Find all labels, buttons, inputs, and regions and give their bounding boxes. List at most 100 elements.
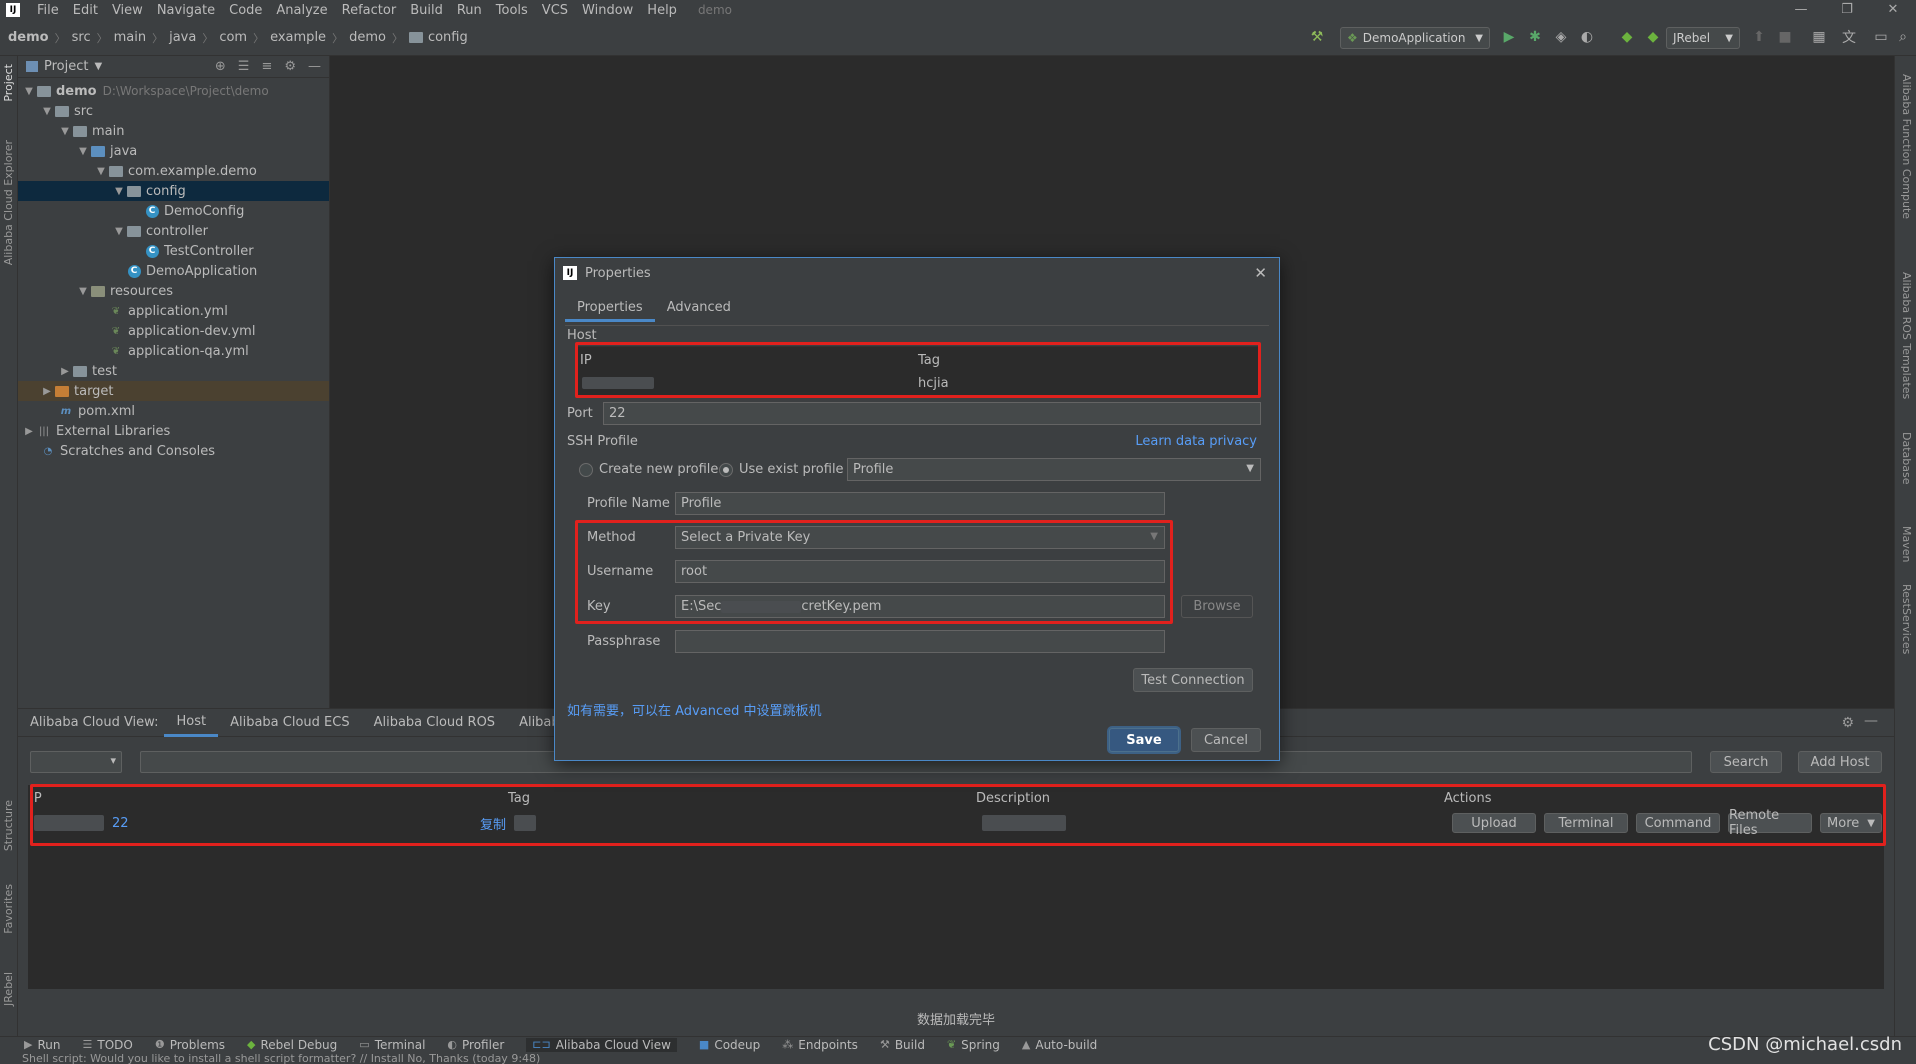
advanced-hint-link[interactable]: 如有需要，可以在 Advanced 中设置跳板机 bbox=[567, 700, 821, 719]
learn-data-privacy-link[interactable]: Learn data privacy bbox=[1135, 434, 1257, 449]
tool-tab-project[interactable]: Project bbox=[2, 64, 15, 102]
chevron-right-icon[interactable]: ▶ bbox=[22, 426, 36, 437]
test-connection-button[interactable]: Test Connection bbox=[1133, 668, 1253, 692]
tool-tab-jrebel[interactable]: JRebel bbox=[2, 972, 15, 1006]
use-exist-profile-radio[interactable]: Use exist profile bbox=[719, 462, 844, 477]
tree-item-resources[interactable]: ▼ resources bbox=[18, 281, 329, 301]
project-structure-icon[interactable]: ▦ bbox=[1810, 28, 1828, 46]
tab-properties[interactable]: Properties bbox=[565, 296, 655, 322]
create-profile-radio[interactable]: Create new profile bbox=[579, 462, 718, 477]
tab-host[interactable]: Host bbox=[164, 709, 219, 737]
collapse-all-icon[interactable]: ≡ bbox=[261, 59, 272, 74]
search-button[interactable]: Search bbox=[1710, 751, 1782, 773]
tree-item-src[interactable]: ▼ src bbox=[18, 101, 329, 121]
tree-item-main[interactable]: ▼ main bbox=[18, 121, 329, 141]
close-icon[interactable]: ✕ bbox=[1254, 264, 1267, 282]
menu-edit[interactable]: Edit bbox=[66, 3, 105, 18]
profiler-icon[interactable]: ◐ bbox=[1578, 28, 1596, 46]
menu-view[interactable]: View bbox=[105, 3, 150, 18]
breadcrumb-item[interactable]: demo bbox=[349, 30, 386, 45]
coverage-icon[interactable]: ◈ bbox=[1552, 28, 1570, 46]
tool-auto-build[interactable]: ▲ Auto-build bbox=[1022, 1038, 1097, 1052]
tool-tab-favorites[interactable]: Favorites bbox=[2, 884, 15, 934]
hide-icon[interactable]: — bbox=[308, 59, 321, 74]
chevron-down-icon[interactable]: ▼ bbox=[112, 186, 126, 197]
key-path-field[interactable]: E:\Sec cretKey.pem bbox=[675, 595, 1165, 618]
tool-tab-alibaba-cloud-explorer[interactable]: Alibaba Cloud Explorer bbox=[2, 140, 15, 265]
menu-navigate[interactable]: Navigate bbox=[150, 3, 222, 18]
tool-tab-alibaba-function-compute[interactable]: Alibaba Function Compute bbox=[1900, 74, 1913, 219]
build-hammer-icon[interactable]: ⚒ bbox=[1308, 28, 1326, 46]
jrebel-debug-icon[interactable]: ◆ bbox=[1644, 28, 1662, 46]
restore-icon[interactable]: ❐ bbox=[1824, 0, 1870, 20]
tree-item-scratches[interactable]: ◔ Scratches and Consoles bbox=[18, 441, 329, 461]
cancel-button[interactable]: Cancel bbox=[1191, 728, 1261, 752]
breadcrumb-item[interactable]: com bbox=[219, 30, 247, 45]
port-field[interactable]: 22 bbox=[603, 402, 1261, 425]
locate-icon[interactable]: ⊕ bbox=[215, 59, 226, 74]
tool-codeup[interactable]: ■ Codeup bbox=[699, 1038, 760, 1052]
search-everywhere-icon[interactable]: ⌕ bbox=[1894, 28, 1912, 46]
menu-help[interactable]: Help bbox=[640, 3, 684, 18]
gear-icon[interactable]: ⚙ bbox=[1841, 715, 1854, 731]
chevron-right-icon[interactable]: ▶ bbox=[40, 386, 54, 397]
tool-endpoints[interactable]: ⁂ Endpoints bbox=[782, 1038, 858, 1052]
menu-tools[interactable]: Tools bbox=[489, 3, 535, 18]
chevron-down-icon[interactable]: ▼ bbox=[76, 146, 90, 157]
tool-tab-database[interactable]: Database bbox=[1900, 432, 1913, 485]
tool-todo[interactable]: ☰ TODO bbox=[82, 1038, 132, 1052]
stop-icon[interactable]: ■ bbox=[1776, 28, 1794, 46]
username-field[interactable]: root bbox=[675, 560, 1165, 583]
tool-rebel-debug[interactable]: ◆ Rebel Debug bbox=[247, 1038, 337, 1052]
tree-item-controller[interactable]: ▼ controller bbox=[18, 221, 329, 241]
layout-icon[interactable]: ▭ bbox=[1872, 28, 1890, 46]
chevron-down-icon[interactable]: ▼ bbox=[94, 166, 108, 177]
tree-item-application-yml[interactable]: ❦ application.yml bbox=[18, 301, 329, 321]
chevron-down-icon[interactable]: ▼ bbox=[58, 126, 72, 137]
chevron-right-icon[interactable]: ▶ bbox=[58, 366, 72, 377]
tree-item-application-qa-yml[interactable]: ❦ application-qa.yml bbox=[18, 341, 329, 361]
hide-icon[interactable]: — bbox=[1864, 713, 1878, 729]
git-icon[interactable]: ⬆ bbox=[1750, 28, 1768, 46]
more-button[interactable]: More ▼ bbox=[1820, 813, 1882, 833]
translate-icon[interactable]: 文 bbox=[1840, 28, 1858, 46]
tool-build[interactable]: ⚒ Build bbox=[880, 1038, 925, 1052]
run-icon[interactable]: ▶ bbox=[1500, 28, 1518, 46]
profile-select[interactable]: Profile ▼ bbox=[847, 458, 1261, 481]
tab-alibaba-cloud-ecs[interactable]: Alibaba Cloud ECS bbox=[218, 709, 362, 737]
breadcrumb-item[interactable]: config bbox=[428, 30, 468, 45]
tab-advanced[interactable]: Advanced bbox=[655, 296, 743, 322]
menu-run[interactable]: Run bbox=[450, 3, 489, 18]
debug-icon[interactable]: ✱ bbox=[1526, 28, 1544, 46]
tool-terminal[interactable]: ▭ Terminal bbox=[359, 1038, 425, 1052]
tab-alibaba-cloud-ros[interactable]: Alibaba Cloud ROS bbox=[362, 709, 507, 737]
tool-alibaba-cloud-view[interactable]: ⊏⊐ Alibaba Cloud View bbox=[526, 1037, 677, 1052]
menu-window[interactable]: Window bbox=[575, 3, 640, 18]
menu-vcs[interactable]: VCS bbox=[535, 3, 575, 18]
tree-item-testcontroller[interactable]: C TestController bbox=[18, 241, 329, 261]
menu-build[interactable]: Build bbox=[403, 3, 450, 18]
tree-item-test[interactable]: ▶ test bbox=[18, 361, 329, 381]
menu-file[interactable]: File bbox=[30, 3, 66, 18]
method-select[interactable]: Select a Private Key ▼ bbox=[675, 526, 1165, 549]
tool-tab-restservices[interactable]: RestServices bbox=[1900, 584, 1913, 654]
tool-problems[interactable]: ❶ Problems bbox=[155, 1038, 225, 1052]
remote-files-button[interactable]: Remote Files bbox=[1728, 808, 1812, 838]
tool-spring[interactable]: ❦ Spring bbox=[947, 1038, 1000, 1052]
chevron-down-icon[interactable]: ▼ bbox=[94, 61, 102, 72]
tree-item-democonfig[interactable]: C DemoConfig bbox=[18, 201, 329, 221]
tree-item-demoapplication[interactable]: C DemoApplication bbox=[18, 261, 329, 281]
host-port-link[interactable]: 22 bbox=[112, 816, 129, 831]
chevron-down-icon[interactable]: ▼ bbox=[112, 226, 126, 237]
tree-item-target[interactable]: ▶ target bbox=[18, 381, 329, 401]
tree-item-config[interactable]: ▼ config bbox=[18, 181, 329, 201]
tree-item-package[interactable]: ▼ com.example.demo bbox=[18, 161, 329, 181]
tool-profiler[interactable]: ◐ Profiler bbox=[447, 1038, 504, 1052]
tree-item-demo[interactable]: ▼ demo D:\Workspace\Project\demo bbox=[18, 81, 329, 101]
chevron-down-icon[interactable]: ▼ bbox=[76, 286, 90, 297]
add-host-button[interactable]: Add Host bbox=[1798, 751, 1882, 773]
browse-button[interactable]: Browse bbox=[1181, 595, 1253, 618]
filter-select[interactable] bbox=[30, 751, 122, 773]
tool-tab-structure[interactable]: Structure bbox=[2, 800, 15, 851]
command-button[interactable]: Command bbox=[1636, 813, 1720, 833]
